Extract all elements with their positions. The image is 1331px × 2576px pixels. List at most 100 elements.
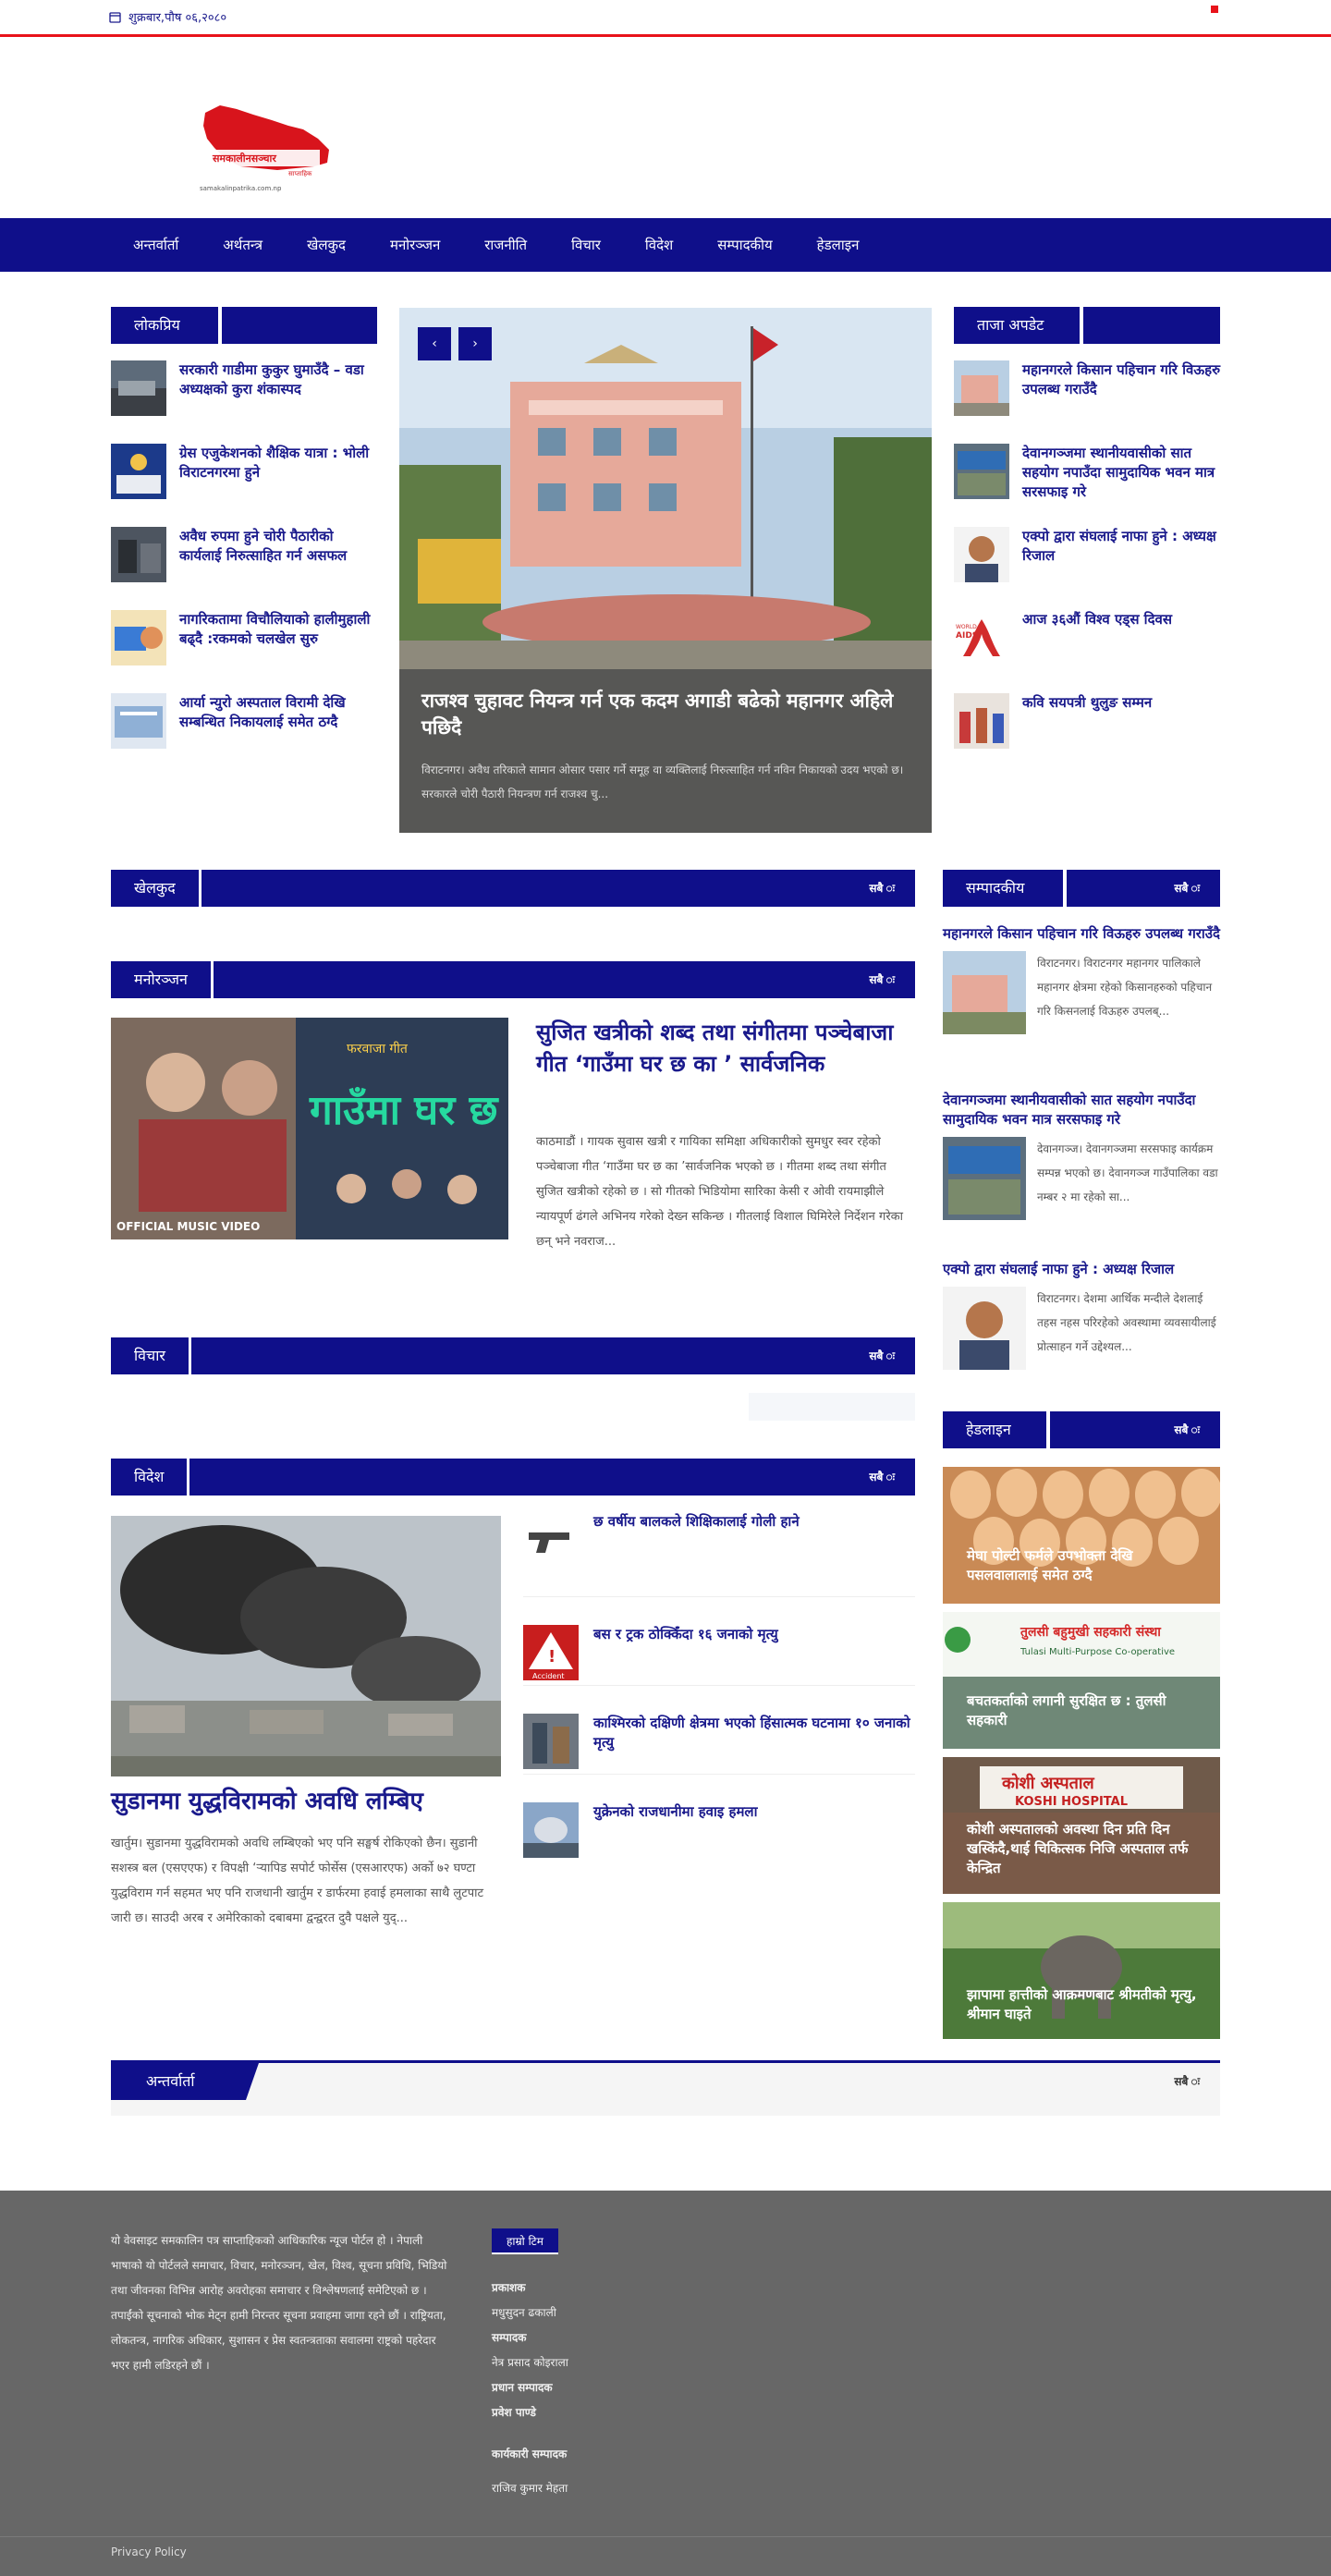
- story-thumbnail: [943, 1137, 1026, 1220]
- headline-card[interactable]: कोशी अस्पताल KOSHI HOSPITAL कोशी अस्पतालक…: [943, 1757, 1220, 1894]
- story-title[interactable]: कवि सयपत्री थुलुङ सम्मन: [1022, 693, 1152, 776]
- sampadakiya-all-link[interactable]: सबै ः: [1174, 870, 1200, 907]
- aids-world: WORLD: [956, 624, 977, 630]
- nav-item-bidesh[interactable]: विदेश: [623, 236, 695, 254]
- story-thumbnail: WORLDAIDS: [954, 610, 1009, 665]
- story-title[interactable]: देवानगञ्जमा स्थानीयवासीको सात सहयोग नपाउ…: [1022, 444, 1222, 527]
- manoranjan-story-text-wrap: काठमाडौं । गायक सुवास खत्री र गायिका समि…: [111, 1129, 915, 1277]
- logo-brand: समकालीनसञ्चार: [212, 152, 276, 165]
- taja-label: ताजा अपडेट: [977, 316, 1044, 334]
- nav-item-headline[interactable]: हेडलाइन: [795, 236, 882, 254]
- story-title[interactable]: आर्या न्युरो अस्पताल विरामी देखि सम्बन्ध…: [179, 693, 379, 776]
- headline-card[interactable]: मेघा पोल्टी फर्मले उपभोक्ता देखि पसलवाला…: [943, 1467, 1222, 1604]
- headline-title[interactable]: बचतकर्ताको लगानी सुरक्षित छ : तुलसी सहका…: [967, 1691, 1198, 1730]
- list-item[interactable]: महानगरले किसान पहिचान गरि विऊहरु उपलब्ध …: [954, 360, 1222, 444]
- list-item[interactable]: WORLD AIDS आज ३६औं विश्व एड्स दिवस: [954, 610, 1222, 693]
- slider-prev-button[interactable]: ‹: [418, 327, 451, 360]
- khelkud-all-link[interactable]: सबै ः: [869, 870, 895, 907]
- story-title[interactable]: बस र ट्रक ठोक्किँदा १६ जनाको मृत्यु: [593, 1625, 778, 1685]
- bidesh-story-text: खार्तुम। सुडानमा युद्धविरामको अवधि लम्बि…: [111, 1837, 484, 1925]
- story-title[interactable]: काश्मिरको दक्षिणी क्षेत्रमा भएको हिंसात्…: [593, 1714, 915, 1774]
- list-item[interactable]: ग्रेस एजुकेशनको शैक्षिक यात्रा : भोली वि…: [111, 444, 379, 527]
- bidesh-image[interactable]: [111, 1516, 501, 1776]
- slider-next-button[interactable]: ›: [458, 327, 492, 360]
- site-footer: यो वेवसाइट समकालिन पत्र साप्ताहिकको आधिक…: [0, 2191, 1331, 2576]
- bidesh-story-title[interactable]: सुडानमा युद्धविरामको अवधि लम्बिए: [111, 1786, 508, 1817]
- headline-card[interactable]: तुलसी बहुमुखी सहकारी संस्था Tulasi Multi-…: [943, 1612, 1220, 1749]
- list-item[interactable]: आर्या न्युरो अस्पताल विरामी देखि सम्बन्ध…: [111, 693, 379, 776]
- story-thumbnail: [954, 693, 1009, 749]
- team-role: सम्पादक: [492, 2331, 527, 2344]
- story-title[interactable]: नागरिकतामा विचौलियाको हालीमुहाली बढ्दै :…: [179, 610, 379, 693]
- team-role: प्रधान सम्पादक: [492, 2381, 553, 2394]
- headline-card[interactable]: झापामा हात्तीको आक्रमणबाट श्रीमतीको मृत्…: [943, 1902, 1220, 2039]
- khelkud-label: खेलकुद: [111, 870, 201, 907]
- story-title[interactable]: आज ३६औं विश्व एड्स दिवस: [1022, 610, 1172, 693]
- tulasi-name-np: तुलसी बहुमुखी सहकारी संस्था: [1020, 1624, 1162, 1641]
- khelkud-header: खेलकुद सबै ः: [111, 870, 915, 907]
- nav-item-rajniti[interactable]: राजनीति: [462, 236, 549, 254]
- list-item[interactable]: महानगरले किसान पहिचान गरि विऊहरु उपलब्ध …: [943, 924, 1220, 1091]
- main-nav: अन्तर्वार्ता अर्थतन्त्र खेलकुद मनोरञ्जन …: [0, 218, 1331, 272]
- privacy-policy-link[interactable]: Privacy Policy: [111, 2545, 187, 2558]
- story-title[interactable]: एक्पो द्वारा संघलाई नाफा हुने : अध्यक्ष …: [943, 1260, 1220, 1279]
- nav-item-manoranjan[interactable]: मनोरञ्जन: [368, 236, 462, 254]
- bichar-header: विचार सबै ः: [111, 1337, 915, 1374]
- nav-item-bichar[interactable]: विचार: [549, 236, 623, 254]
- list-item[interactable]: नागरिकतामा विचौलियाको हालीमुहाली बढ्दै :…: [111, 610, 379, 693]
- nav-item-arthatantra[interactable]: अर्थतन्त्र: [201, 236, 285, 254]
- story-title[interactable]: महानगरले किसान पहिचान गरि विऊहरु उपलब्ध …: [943, 924, 1220, 944]
- story-thumbnail: [954, 360, 1009, 416]
- tulasi-name-en: Tulasi Multi-Purpose Co-operative: [1020, 1647, 1175, 1657]
- headline-title[interactable]: मेघा पोल्टी फर्मले उपभोक्ता देखि पसलवाला…: [967, 1546, 1198, 1585]
- story-title[interactable]: छ वर्षीय बालकले शिक्षिकालाई गोली हाने: [593, 1512, 800, 1596]
- list-item[interactable]: एक्पो द्वारा संघलाई नाफा हुने : अध्यक्ष …: [943, 1260, 1220, 1408]
- story-title[interactable]: अवैध रुपमा हुने चोरी पैठारीको कार्यलाई न…: [179, 527, 379, 610]
- list-item[interactable]: एक्पो द्वारा संघलाई नाफा हुने : अध्यक्ष …: [954, 527, 1222, 610]
- story-title[interactable]: युक्रेनको राजधानीमा हवाइ हमला: [593, 1802, 758, 1863]
- story-title[interactable]: सरकारी गाडीमा कुकुर घुमाउँदै – वडा अध्यक…: [179, 360, 379, 444]
- slider-title[interactable]: राजश्व चुहावट नियन्त्र गर्न एक कदम अगाडी…: [421, 688, 911, 741]
- team-role: प्रकाशक: [492, 2281, 526, 2294]
- koshi-en: KOSHI HOSPITAL: [1015, 1795, 1128, 1809]
- headline-all-link[interactable]: सबै ः: [1174, 1411, 1200, 1448]
- headline-header: हेडलाइन सबै ः: [943, 1411, 1220, 1448]
- story-title[interactable]: ग्रेस एजुकेशनको शैक्षिक यात्रा : भोली वि…: [179, 444, 379, 527]
- footer-divider: [0, 2536, 1331, 2537]
- bidesh-all-link[interactable]: सबै ः: [869, 1459, 895, 1496]
- story-thumbnail: [111, 444, 166, 499]
- story-excerpt: विराटनगर। विराटनगर महानगर पालिकाले महानग…: [1037, 957, 1213, 1018]
- antarbarta-all-link[interactable]: सबै ः: [1174, 2063, 1200, 2100]
- bichar-placeholder: [749, 1393, 915, 1421]
- nav-item-antarbarta[interactable]: अन्तर्वार्ता: [111, 236, 201, 254]
- list-item[interactable]: कवि सयपत्री थुलुङ सम्मन: [954, 693, 1222, 776]
- logo-tagline: साप्ताहिक: [288, 169, 312, 177]
- manoranjan-story-title[interactable]: सुजित खत्रीको शब्द तथा संगीतमा पञ्चेबाजा…: [536, 1017, 906, 1080]
- list-item[interactable]: युक्रेनको राजधानीमा हवाइ हमला: [523, 1775, 915, 1863]
- lokpriya-label: लोकप्रिय: [134, 316, 180, 334]
- list-item[interactable]: देवानगञ्जमा स्थानीयवासीको सात सहयोग नपाउ…: [943, 1091, 1220, 1260]
- story-title[interactable]: एक्पो द्वारा संघलाई नाफा हुने : अध्यक्ष …: [1022, 527, 1222, 610]
- nav-item-khelkud[interactable]: खेलकुद: [285, 236, 368, 254]
- list-item[interactable]: ! Accident बस र ट्रक ठोक्किँदा १६ जनाको म…: [523, 1597, 915, 1686]
- list-item[interactable]: देवानगञ्जमा स्थानीयवासीको सात सहयोग नपाउ…: [954, 444, 1222, 527]
- poster-title: गाउँमा घर छ का: [309, 1086, 508, 1134]
- sampadakiya-label: सम्पादकीय: [966, 879, 1025, 897]
- nav-item-sampadakiya[interactable]: सम्पादकीय: [695, 236, 794, 254]
- team-member: राजिव कुमार मेहता: [492, 2482, 568, 2495]
- manoranjan-story-text: काठमाडौं । गायक सुवास खत्री र गायिका समि…: [536, 1135, 903, 1249]
- slider-excerpt: विराटनगर। अवैध तरिकाले सामान ओसार पसार ग…: [421, 763, 904, 800]
- headline-title[interactable]: झापामा हात्तीको आक्रमणबाट श्रीमतीको मृत्…: [967, 1985, 1207, 2024]
- story-title[interactable]: महानगरले किसान पहिचान गरि विऊहरु उपलब्ध …: [1022, 360, 1222, 444]
- footer-about: यो वेवसाइट समकालिन पत्र साप्ताहिकको आधिक…: [111, 2234, 447, 2372]
- story-thumbnail: [954, 527, 1009, 582]
- manoranjan-all-link[interactable]: सबै ः: [869, 961, 895, 998]
- list-item[interactable]: सरकारी गाडीमा कुकुर घुमाउँदै – वडा अध्यक…: [111, 360, 379, 444]
- list-item[interactable]: छ वर्षीय बालकले शिक्षिकालाई गोली हाने: [523, 1508, 915, 1597]
- story-title[interactable]: देवानगञ्जमा स्थानीयवासीको सात सहयोग नपाउ…: [943, 1091, 1220, 1129]
- headline-title[interactable]: कोशी अस्पतालको अवस्था दिन प्रति दिन खस्क…: [967, 1820, 1207, 1878]
- list-item[interactable]: अवैध रुपमा हुने चोरी पैठारीको कार्यलाई न…: [111, 527, 379, 610]
- list-item[interactable]: काश्मिरको दक्षिणी क्षेत्रमा भएको हिंसात्…: [523, 1686, 915, 1775]
- bichar-all-link[interactable]: सबै ः: [869, 1337, 895, 1374]
- koshi-np: कोशी अस्पताल: [1001, 1773, 1095, 1793]
